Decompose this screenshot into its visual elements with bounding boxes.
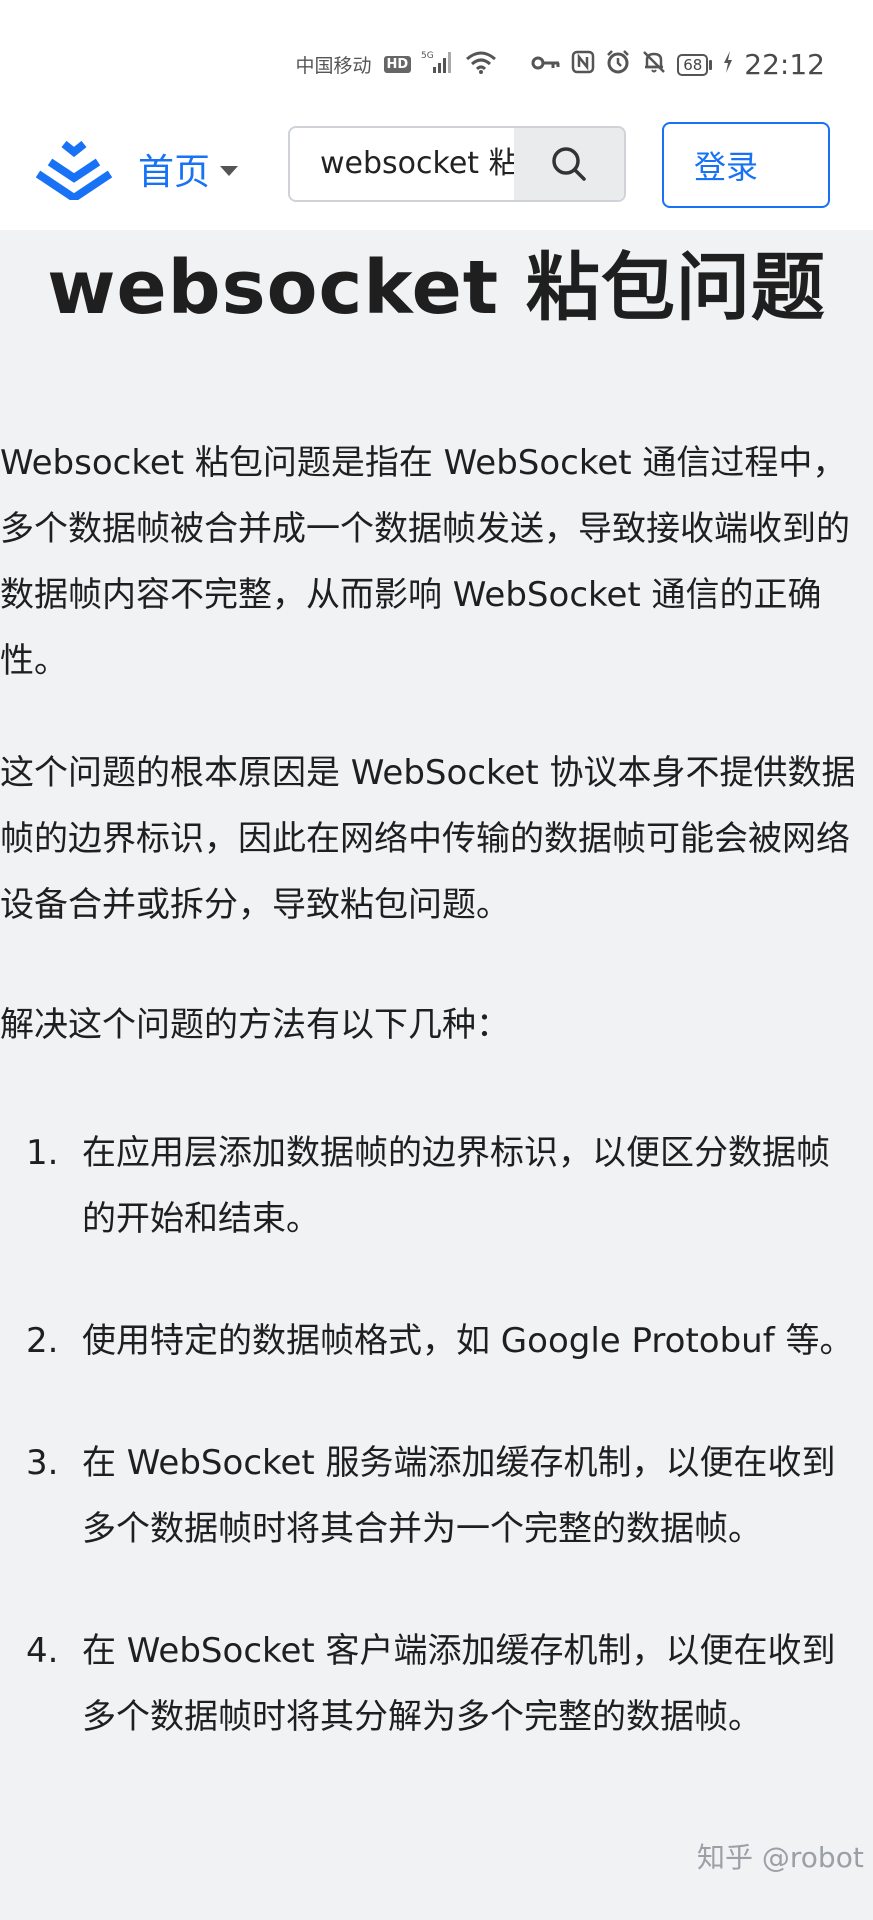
list-item-text: 在 WebSocket 客户端添加缓存机制，以便在收到多个数据帧时将其分解为多个… <box>82 1631 836 1737</box>
search-icon <box>552 147 586 181</box>
search-input[interactable]: websocket 粘 <box>290 128 515 200</box>
paragraph-solutions-intro: 解决这个问题的方法有以下几种： <box>0 1005 510 1045</box>
list-item: 3. 在 WebSocket 服务端添加缓存机制，以便在收到多个数据帧时将其合并… <box>0 1430 873 1562</box>
login-button[interactable]: 登录 <box>662 122 830 208</box>
key-icon <box>531 51 561 79</box>
alarm-icon <box>605 49 631 81</box>
zhihu-logo-icon[interactable] <box>36 140 112 200</box>
search-button[interactable] <box>514 128 624 200</box>
search-box: websocket 粘 <box>288 126 626 202</box>
paragraph-intro: Websocket 粘包问题是指在 WebSocket 通信过程中，多个数据帧被… <box>0 443 850 681</box>
battery-icon: 68 <box>677 53 713 76</box>
wifi-icon <box>465 49 497 81</box>
home-dropdown[interactable]: 首页 <box>138 143 239 195</box>
clock-time: 22:12 <box>744 48 825 81</box>
list-item-text: 在 WebSocket 服务端添加缓存机制，以便在收到多个数据帧时将其合并为一个… <box>82 1443 836 1549</box>
article-body: Websocket 粘包问题是指在 WebSocket 通信过程中，多个数据帧被… <box>0 430 873 1806</box>
signal-icon: 5G <box>421 49 455 81</box>
list-item-number: 1. <box>26 1133 59 1173</box>
charging-icon <box>722 50 734 80</box>
status-bar: 中国移动 HD 5G 68 22:12 <box>0 0 873 120</box>
battery-level: 68 <box>677 53 709 76</box>
list-item: 4. 在 WebSocket 客户端添加缓存机制，以便在收到多个数据帧时将其分解… <box>0 1618 873 1750</box>
hd-badge: HD <box>383 56 412 73</box>
solutions-list: 1. 在应用层添加数据帧的边界标识，以便区分数据帧的开始和结束。 2. 使用特定… <box>0 1120 873 1750</box>
paragraph-cause: 这个问题的根本原因是 WebSocket 协议本身不提供数据帧的边界标识，因此在… <box>0 753 856 925</box>
list-item: 2. 使用特定的数据帧格式，如 Google Protobuf 等。 <box>0 1308 873 1374</box>
home-label: 首页 <box>138 152 211 193</box>
network-type: 5G <box>421 51 434 61</box>
nfc-icon <box>571 50 595 80</box>
list-item-number: 3. <box>26 1443 59 1483</box>
caret-down-icon <box>220 166 239 176</box>
list-item-text: 使用特定的数据帧格式，如 Google Protobuf 等。 <box>82 1321 854 1361</box>
list-item-number: 4. <box>26 1631 59 1671</box>
list-item-text: 在应用层添加数据帧的边界标识，以便区分数据帧的开始和结束。 <box>82 1133 830 1239</box>
article-title: websocket 粘包问题 <box>47 245 826 331</box>
list-item-number: 2. <box>26 1321 59 1361</box>
list-item: 1. 在应用层添加数据帧的边界标识，以便区分数据帧的开始和结束。 <box>0 1120 873 1252</box>
watermark: 知乎 @robot <box>697 1841 864 1874</box>
carrier-label: 中国移动 <box>295 55 372 77</box>
mute-icon <box>641 49 667 81</box>
